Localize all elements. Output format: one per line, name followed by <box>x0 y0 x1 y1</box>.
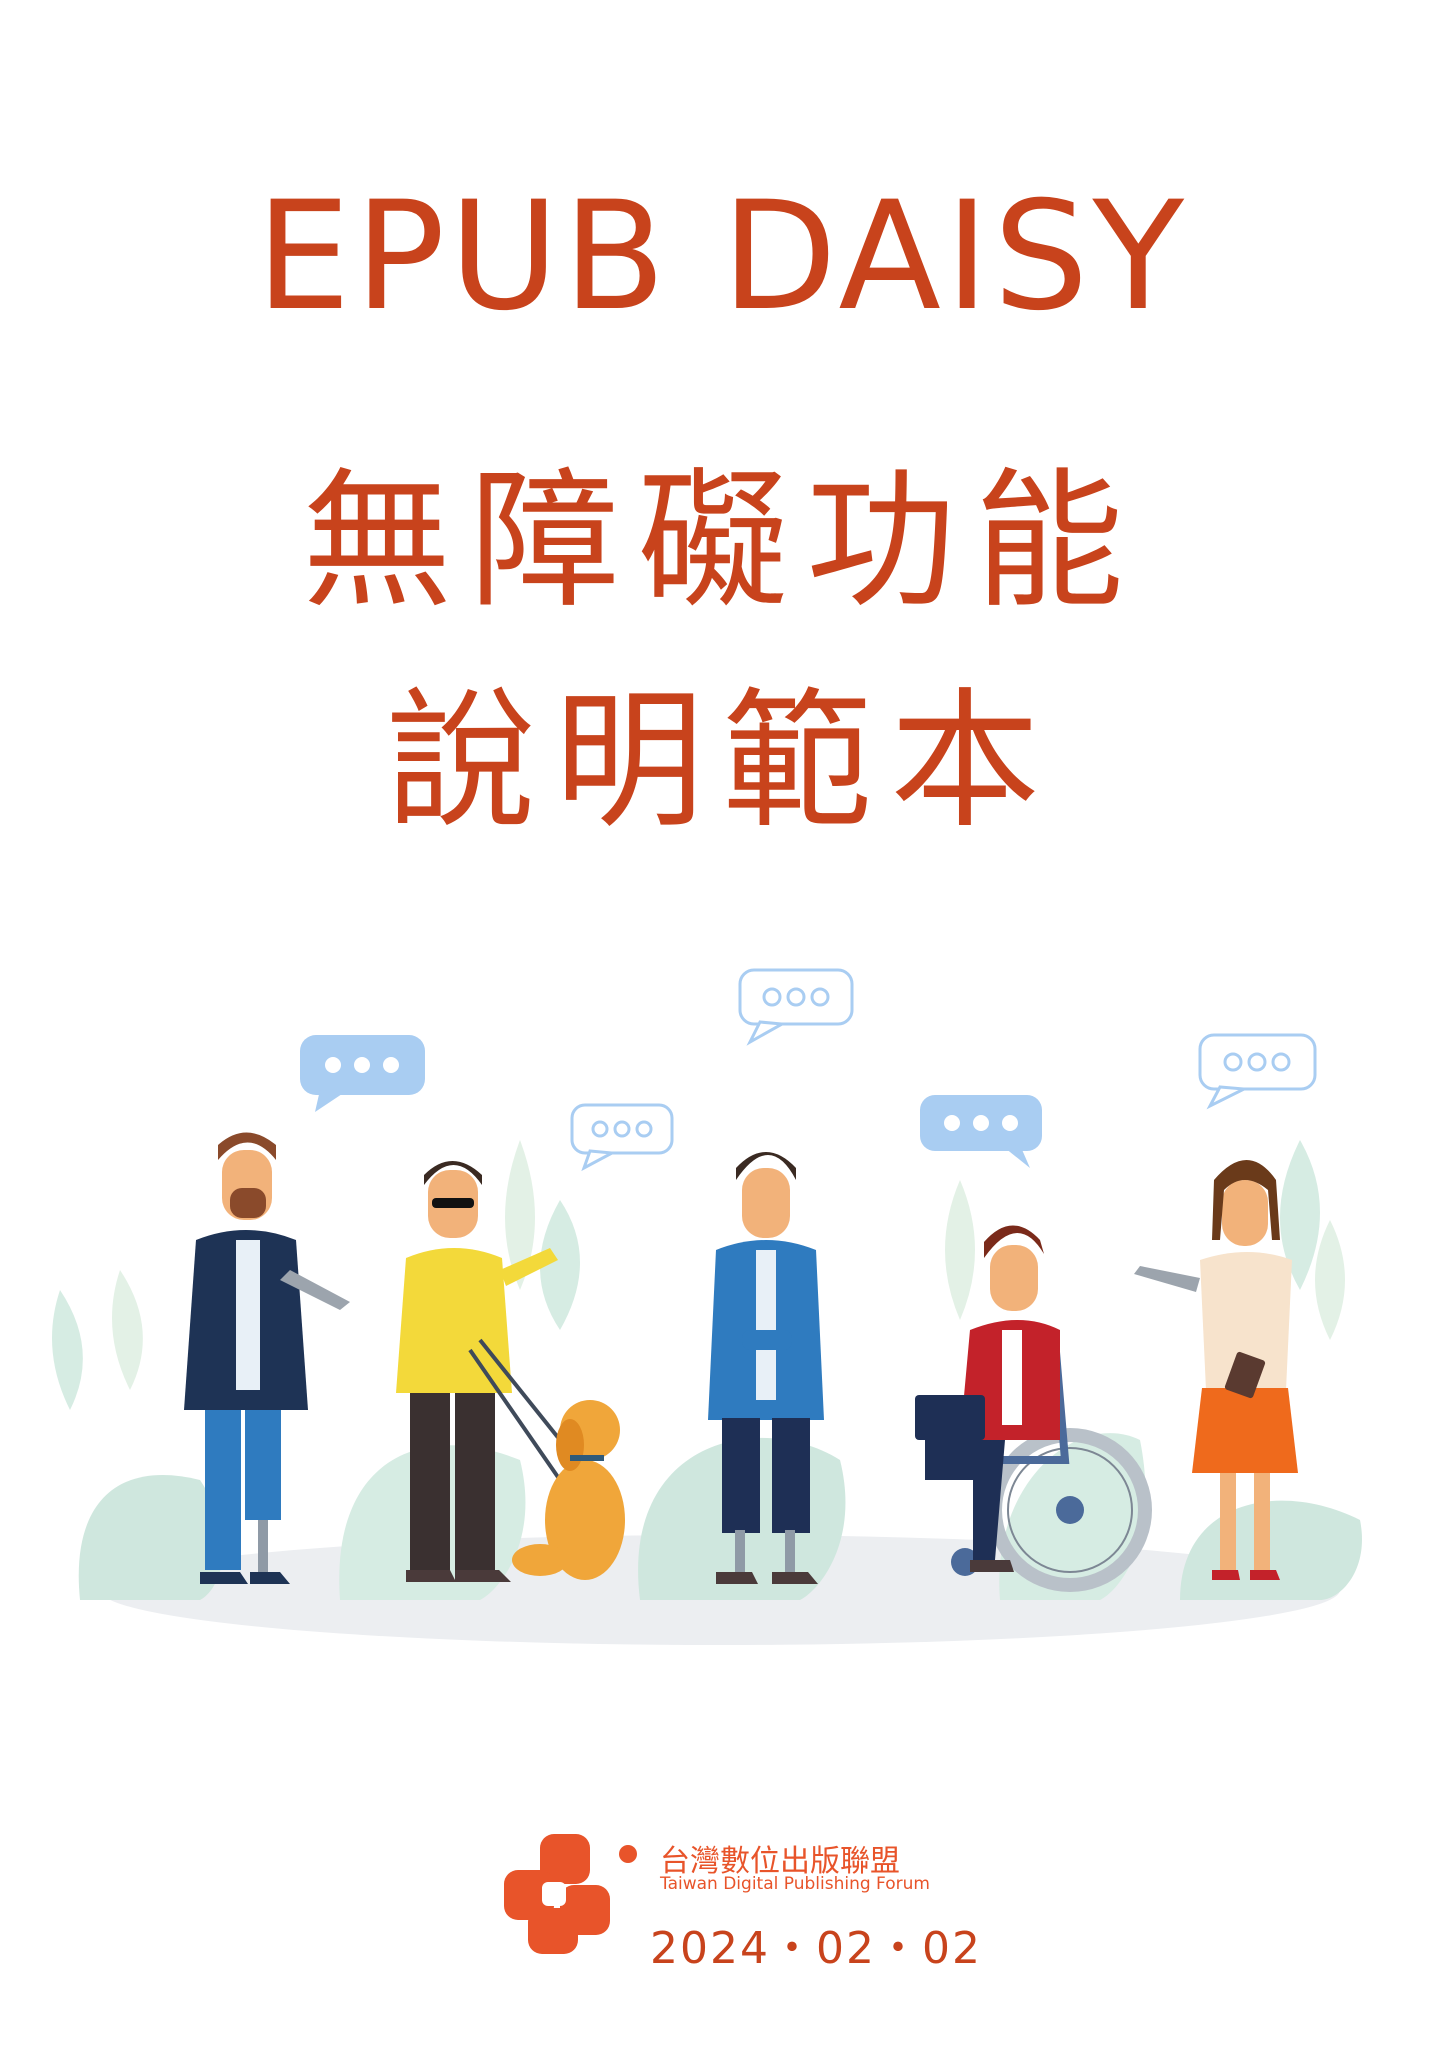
speech-bubble-3 <box>570 1103 674 1172</box>
guide-dog <box>512 1400 625 1580</box>
title-line-3: 說明範本 <box>385 675 1058 849</box>
speech-bubble-5 <box>1198 1033 1317 1110</box>
org-name-english: Taiwan Digital Publishing Forum <box>660 1874 930 1894</box>
accessibility-illustration <box>52 968 1362 1645</box>
speech-bubble-4 <box>920 1095 1042 1168</box>
footer: 台灣數位出版聯盟 Taiwan Digital Publishing Forum… <box>500 1830 1020 1980</box>
title-line-1: EPUB DAISY <box>255 170 1189 344</box>
title-line-2: 無障礙功能 <box>301 455 1142 629</box>
publication-date: 2024・02・02 <box>650 1923 982 1974</box>
person-prosthetic-man <box>184 1132 350 1584</box>
tdpf-logo-icon <box>504 1834 637 1954</box>
person-blind-man <box>396 1161 562 1582</box>
speech-bubble-2 <box>738 968 854 1046</box>
speech-bubble-1 <box>300 1035 425 1112</box>
